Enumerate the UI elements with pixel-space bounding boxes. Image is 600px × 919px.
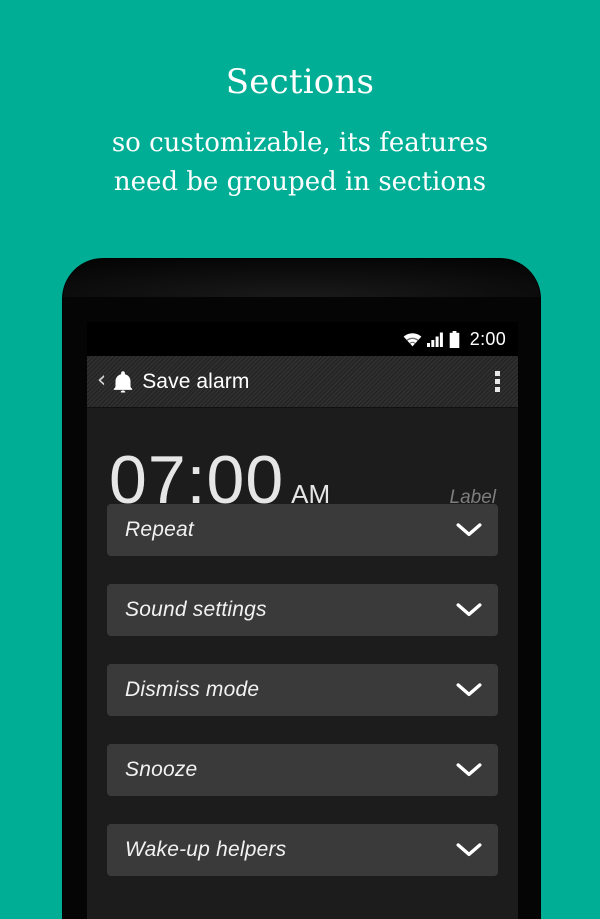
- promo-subtitle-line-1: so customizable, its features: [111, 128, 489, 158]
- phone-bezel-top: [63, 259, 540, 297]
- section-row-sound-settings[interactable]: Sound settings: [107, 584, 498, 636]
- status-bar-clock: 2:00: [469, 328, 506, 349]
- alarm-time-row[interactable]: 07:00 AM Label: [87, 408, 518, 514]
- section-row-snooze[interactable]: Snooze: [107, 744, 498, 796]
- chevron-down-icon[interactable]: [456, 602, 482, 618]
- promo-subtitle: so customizable, its features need be gr…: [0, 124, 600, 202]
- section-label: Repeat: [125, 518, 194, 541]
- section-label: Sound settings: [125, 598, 267, 621]
- bell-icon: [114, 370, 133, 392]
- overflow-dot: [495, 379, 500, 384]
- status-bar-icons: [403, 330, 460, 348]
- chevron-down-icon[interactable]: [456, 682, 482, 698]
- overflow-menu-icon[interactable]: [487, 365, 508, 398]
- promo-subtitle-line-2: need be grouped in sections: [113, 167, 487, 197]
- chevron-down-icon[interactable]: [456, 522, 482, 538]
- action-bar-title: Save alarm: [142, 369, 250, 393]
- section-list: Repeat Sound settings Dismiss mode Snooz…: [87, 504, 518, 876]
- section-label: Dismiss mode: [125, 678, 260, 701]
- signal-bars-icon: [426, 332, 443, 347]
- section-row-dismiss-mode[interactable]: Dismiss mode: [107, 664, 498, 716]
- section-row-repeat[interactable]: Repeat: [107, 504, 498, 556]
- section-label: Wake-up helpers: [125, 838, 287, 861]
- device-screen: 2:00 ‹ Save alarm 07:00 AM Label Repeat …: [87, 322, 518, 919]
- overflow-dot: [495, 371, 500, 376]
- wifi-icon: [403, 332, 422, 346]
- phone-mockup: 2:00 ‹ Save alarm 07:00 AM Label Repeat …: [63, 259, 540, 919]
- promo-title: Sections: [225, 62, 375, 102]
- section-label: Snooze: [125, 758, 198, 781]
- alarm-time-value[interactable]: 07:00: [109, 408, 284, 514]
- status-bar: 2:00: [87, 322, 518, 356]
- chevron-down-icon[interactable]: [456, 842, 482, 858]
- overflow-dot: [495, 387, 500, 392]
- promo-header: Sections so customizable, its features n…: [0, 0, 600, 202]
- back-chevron-icon[interactable]: ‹: [93, 368, 112, 395]
- action-bar: ‹ Save alarm: [87, 356, 518, 408]
- chevron-down-icon[interactable]: [456, 762, 482, 778]
- battery-icon: [449, 330, 460, 348]
- alarm-editor-content: 07:00 AM Label Repeat Sound settings Dis…: [87, 408, 518, 919]
- section-row-wake-up-helpers[interactable]: Wake-up helpers: [107, 824, 498, 876]
